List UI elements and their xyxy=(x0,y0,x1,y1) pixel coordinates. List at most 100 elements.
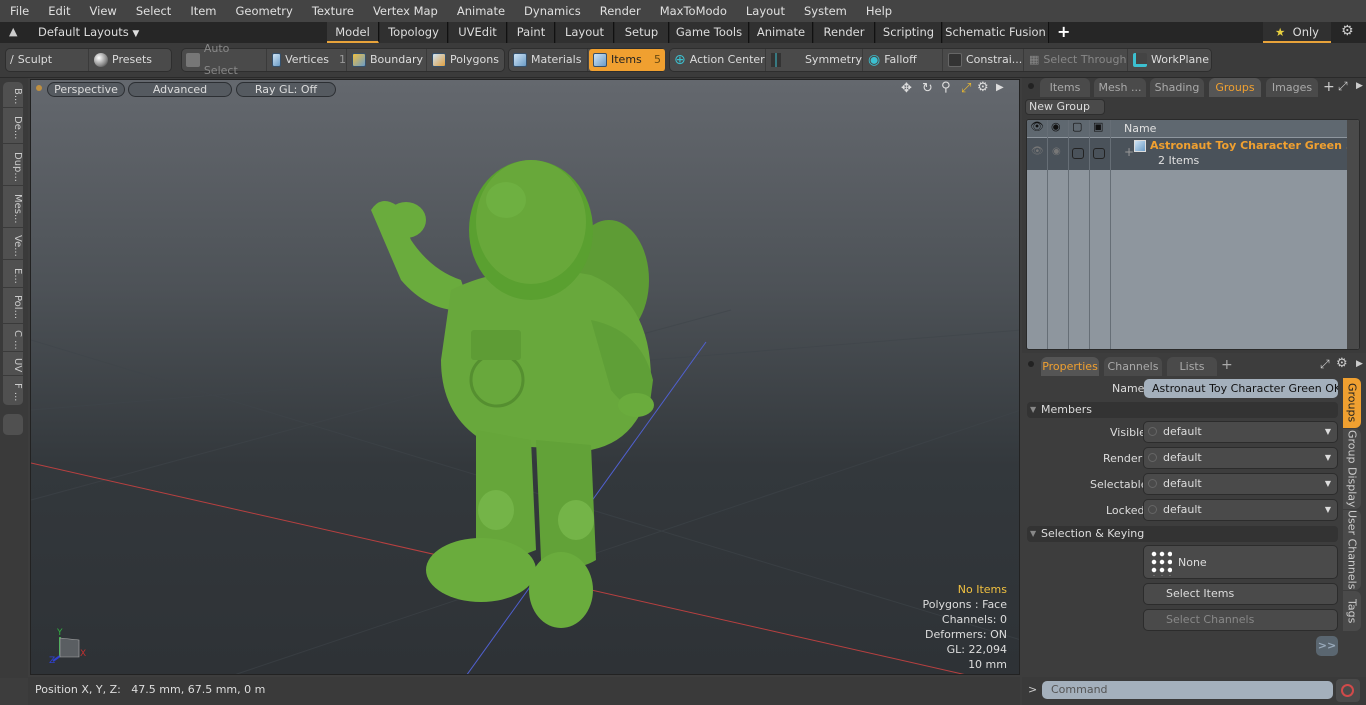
tab-items[interactable]: Items xyxy=(1040,78,1090,97)
add-tab-button[interactable]: + xyxy=(1057,22,1070,42)
list-scrollbar[interactable] xyxy=(1347,120,1359,349)
left-tab-mesh-edit[interactable]: Mes... xyxy=(3,186,23,228)
row-render-icon[interactable]: ◉ xyxy=(1052,146,1061,157)
left-tab-edge[interactable]: E... xyxy=(3,260,23,288)
select-items-button[interactable]: Select Items xyxy=(1143,583,1338,605)
panel-gear-icon[interactable]: ⚙ xyxy=(1336,356,1348,371)
side-tab-groups[interactable]: Groups xyxy=(1343,378,1361,428)
panel-maximize-icon[interactable]: ⤢ xyxy=(1320,357,1330,372)
materials-button[interactable]: Materials xyxy=(509,49,588,71)
polygons-button[interactable]: Polygons xyxy=(428,49,505,71)
menu-geometry[interactable]: Geometry xyxy=(226,0,302,22)
left-tab-fusion[interactable]: F ... xyxy=(3,376,23,406)
left-tab-uv[interactable]: UV xyxy=(3,352,23,376)
menu-maxtomodo[interactable]: MaxToModo xyxy=(650,0,736,22)
tab-model[interactable]: Model xyxy=(327,22,379,43)
render-column-icon[interactable]: ◉ xyxy=(1051,120,1061,133)
lock-column-icon[interactable]: ▣ xyxy=(1093,120,1103,133)
symmetry-button[interactable]: Symmetry xyxy=(767,49,863,71)
selection-set-button[interactable]: None xyxy=(1143,545,1338,579)
menu-item[interactable]: Item xyxy=(180,0,225,22)
render-dropdown[interactable]: default ▼ xyxy=(1143,447,1338,469)
visibility-column-icon[interactable]: 👁 xyxy=(1030,120,1044,133)
select-channels-button[interactable]: Select Channels xyxy=(1143,609,1338,631)
name-column-header[interactable]: Name xyxy=(1124,122,1156,135)
left-tab-duplicate[interactable]: Dup... xyxy=(3,144,23,186)
raygl-button[interactable]: Ray GL: Off xyxy=(236,82,336,97)
left-tab-polygon[interactable]: Pol... xyxy=(3,288,23,324)
new-group-button[interactable]: New Group xyxy=(1025,99,1105,115)
record-button[interactable] xyxy=(1336,679,1360,702)
tab-uvedit[interactable]: UVEdit xyxy=(449,22,507,43)
auto-select-button[interactable]: Auto Select xyxy=(182,42,267,77)
left-tab-curve[interactable]: C ... xyxy=(3,324,23,352)
left-tab-extra[interactable] xyxy=(3,414,23,436)
expand-icon[interactable]: + xyxy=(1124,145,1134,159)
action-center-button[interactable]: ⊕ Action Center xyxy=(670,49,766,71)
selectable-dropdown[interactable]: default ▼ xyxy=(1143,473,1338,495)
panel-arrow-icon[interactable]: ▶ xyxy=(1356,359,1363,369)
panel-maximize-icon[interactable]: ⤢ xyxy=(1338,79,1348,94)
menu-layout[interactable]: Layout xyxy=(736,0,794,22)
group-row[interactable]: 👁 ◉ + Astronaut Toy Character Green ... … xyxy=(1027,138,1358,170)
menu-file[interactable]: File xyxy=(0,0,38,22)
side-tab-tags[interactable]: Tags xyxy=(1343,591,1361,631)
side-tab-group-display[interactable]: Group Display xyxy=(1343,429,1361,509)
maximize-icon[interactable]: ⤢ xyxy=(961,81,971,96)
shading-mode-button[interactable]: Advanced xyxy=(128,82,232,97)
left-tab-vertex[interactable]: Ve... xyxy=(3,228,23,260)
falloff-button[interactable]: ◉ Falloff xyxy=(864,49,943,71)
row-visibility-icon[interactable]: 👁 xyxy=(1031,146,1044,157)
pan-icon[interactable]: ✥ xyxy=(901,81,912,96)
tab-mesh[interactable]: Mesh ... xyxy=(1094,78,1146,97)
tab-game-tools[interactable]: Game Tools xyxy=(670,22,749,43)
items-button[interactable]: Items 5 xyxy=(589,49,666,71)
menu-help[interactable]: Help xyxy=(856,0,901,22)
tab-images[interactable]: Images xyxy=(1266,78,1318,97)
tab-shading[interactable]: Shading xyxy=(1150,78,1204,97)
workplane-button[interactable]: WorkPlane xyxy=(1129,49,1212,71)
rotate-icon[interactable]: ↻ xyxy=(922,81,933,96)
tab-layout[interactable]: Layout xyxy=(556,22,614,43)
more-button[interactable]: >> xyxy=(1316,636,1338,656)
tab-animate[interactable]: Animate xyxy=(750,22,813,43)
name-input[interactable]: Astronaut Toy Character Green OK Pc xyxy=(1144,379,1338,398)
tab-paint[interactable]: Paint xyxy=(508,22,555,43)
members-section[interactable]: ▼ Members xyxy=(1027,402,1338,418)
menu-render[interactable]: Render xyxy=(590,0,650,22)
select-column-icon[interactable]: ▢ xyxy=(1072,120,1082,133)
boundary-button[interactable]: Boundary xyxy=(348,49,427,71)
gear-icon[interactable]: ⚙ xyxy=(1341,23,1354,39)
selection-keying-section[interactable]: ▼ Selection & Keying xyxy=(1027,526,1338,542)
select-through-button[interactable]: ▦ Select Through xyxy=(1025,49,1128,71)
tab-scripting[interactable]: Scripting xyxy=(876,22,942,43)
command-input[interactable]: Command xyxy=(1042,681,1333,699)
tab-setup[interactable]: Setup xyxy=(615,22,669,43)
row-select-checkbox[interactable] xyxy=(1072,148,1084,159)
side-tab-user-channels[interactable]: User Channels xyxy=(1343,510,1361,590)
menu-edit[interactable]: Edit xyxy=(38,0,79,22)
add-panel-tab-button[interactable]: + xyxy=(1323,79,1335,95)
collapse-icon[interactable]: ▲ xyxy=(9,25,17,38)
menu-animate[interactable]: Animate xyxy=(447,0,514,22)
default-layouts-dropdown[interactable]: Default Layouts ▼ xyxy=(38,25,139,39)
constraints-button[interactable]: Constrai... xyxy=(944,49,1024,71)
tab-groups[interactable]: Groups xyxy=(1209,78,1261,97)
expand-arrow-icon[interactable]: ▶ xyxy=(996,82,1004,93)
menu-select[interactable]: Select xyxy=(126,0,180,22)
menu-texture[interactable]: Texture xyxy=(302,0,363,22)
sculpt-button[interactable]: ∕ Sculpt xyxy=(6,49,89,71)
row-lock-checkbox[interactable] xyxy=(1093,148,1105,159)
tab-channels[interactable]: Channels xyxy=(1104,357,1162,376)
add-panel-tab-button[interactable]: + xyxy=(1221,357,1233,373)
tab-topology[interactable]: Topology xyxy=(380,22,448,43)
menu-view[interactable]: View xyxy=(80,0,126,22)
menu-vertex-map[interactable]: Vertex Map xyxy=(363,0,447,22)
locked-dropdown[interactable]: default ▼ xyxy=(1143,499,1338,521)
group-name[interactable]: Astronaut Toy Character Green ... xyxy=(1150,139,1358,152)
panel-arrow-icon[interactable]: ▶ xyxy=(1356,81,1363,91)
visible-dropdown[interactable]: default ▼ xyxy=(1143,421,1338,443)
vertices-button[interactable]: Vertices 1 xyxy=(268,49,347,71)
tab-lists[interactable]: Lists xyxy=(1167,357,1217,376)
only-toggle[interactable]: ★ Only xyxy=(1263,22,1331,43)
